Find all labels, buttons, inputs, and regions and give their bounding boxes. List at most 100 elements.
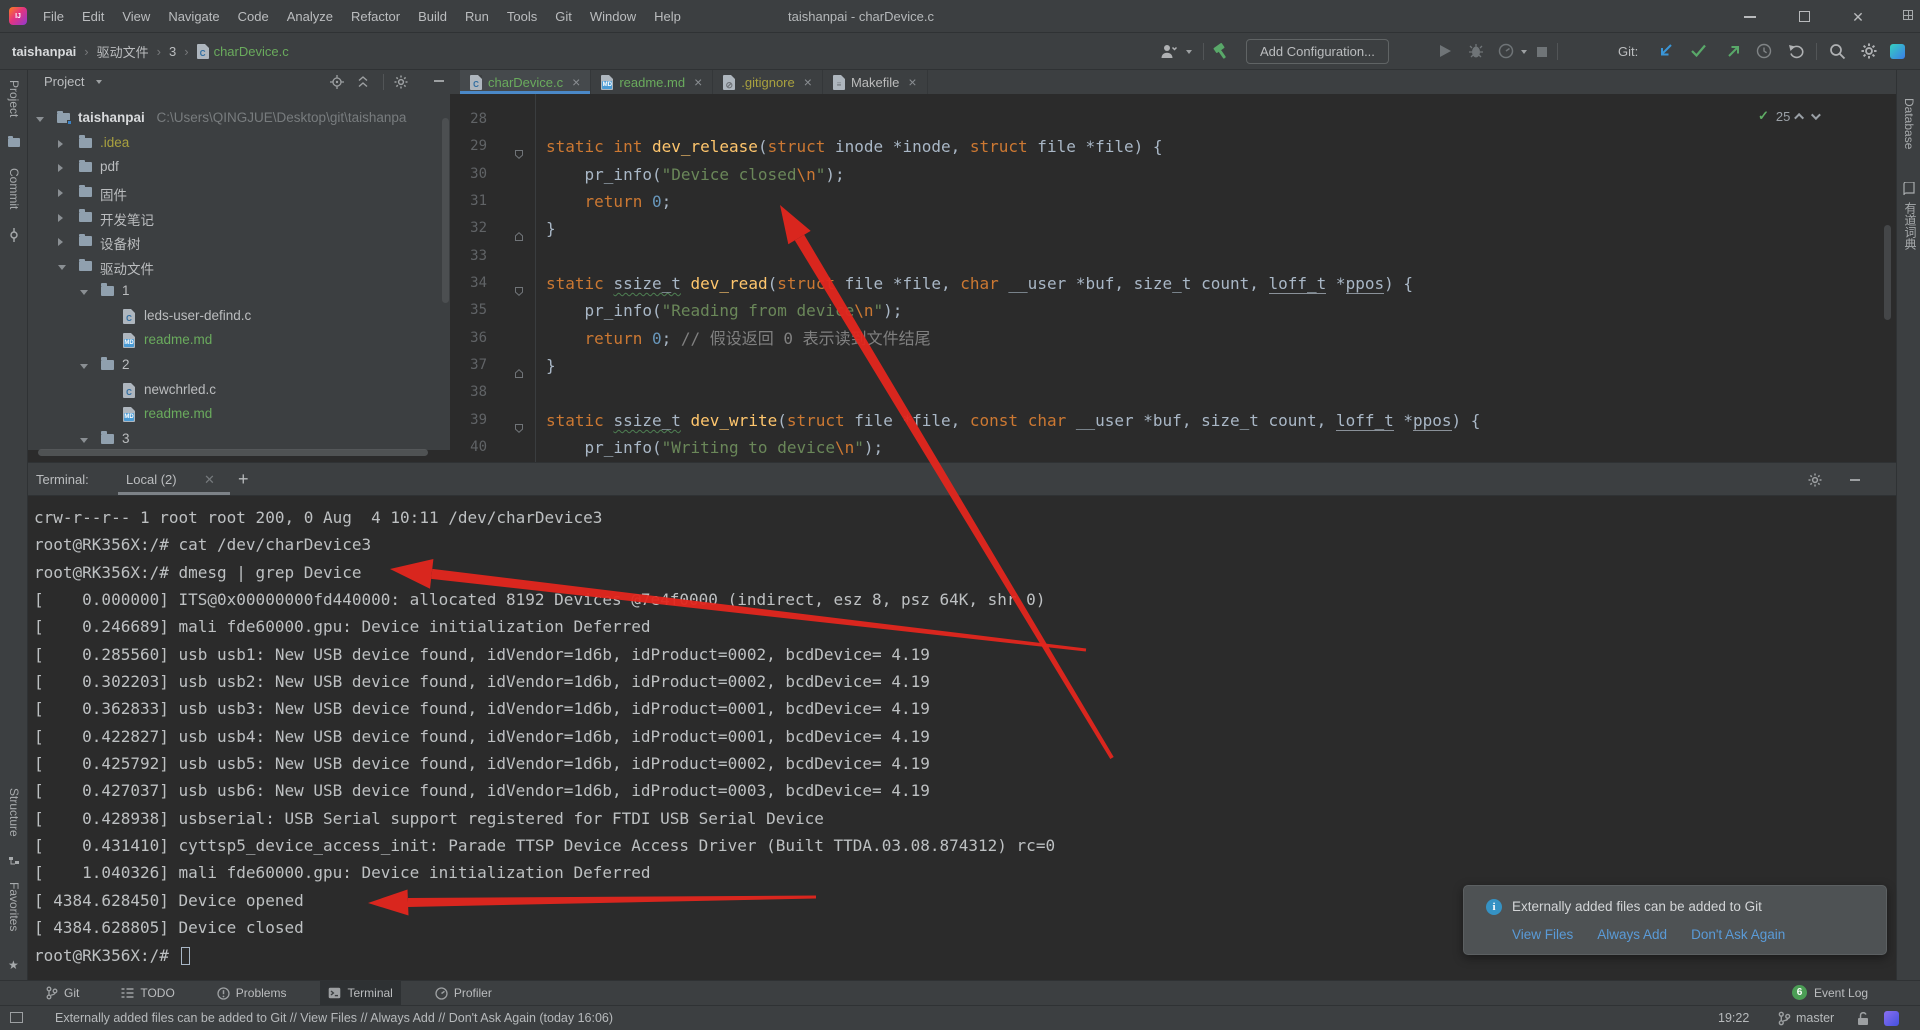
gutter-line-number[interactable]: 36 xyxy=(450,325,487,352)
toolwindow-button-git[interactable]: Git xyxy=(38,981,87,1006)
run-options-dropdown-icon[interactable] xyxy=(1521,50,1527,54)
menu-build[interactable]: Build xyxy=(409,9,456,24)
code-text[interactable]: static ssize_t dev_read(struct file *fil… xyxy=(546,270,1413,297)
breadcrumb-item[interactable]: 驱动文件 xyxy=(97,42,149,61)
code-text[interactable]: static int dev_release(struct inode *ino… xyxy=(546,133,1163,160)
tree-item-taishanpai[interactable]: taishanpai C:\Users\QINGJUE\Desktop\git\… xyxy=(28,107,450,132)
editor-tab-chardevice-c[interactable]: CcharDevice.c× xyxy=(460,70,591,94)
breadcrumb-item[interactable]: taishanpai xyxy=(12,44,76,59)
tree-item-----[interactable]: 开发笔记 xyxy=(28,206,450,231)
chevron-down-icon[interactable] xyxy=(80,290,88,295)
menu-git[interactable]: Git xyxy=(546,9,581,24)
tab-close-icon[interactable]: × xyxy=(804,75,812,89)
menu-analyze[interactable]: Analyze xyxy=(278,9,342,24)
event-log-button[interactable]: 6 Event Log xyxy=(1792,980,1868,1005)
chevron-down-icon[interactable] xyxy=(80,438,88,443)
minimize-button[interactable] xyxy=(1730,0,1770,33)
run-button[interactable] xyxy=(1440,45,1451,57)
unlock-icon[interactable] xyxy=(1856,1011,1870,1026)
menu-help[interactable]: Help xyxy=(645,9,690,24)
code-text[interactable]: pr_info("Writing to device\n"); xyxy=(546,434,883,461)
terminal-cursor[interactable] xyxy=(181,947,190,965)
toolwindow-button-database[interactable]: Database xyxy=(1902,98,1916,149)
editor-tab-readme-md[interactable]: MDreadme.md× xyxy=(591,70,713,94)
editor-scrollbar[interactable] xyxy=(1884,225,1891,320)
tree-item-----[interactable]: 驱动文件 xyxy=(28,255,450,280)
tree-item-readme-md[interactable]: MDreadme.md xyxy=(28,403,450,428)
chevron-right-icon[interactable] xyxy=(58,238,63,246)
tree-item--idea[interactable]: .idea xyxy=(28,132,450,157)
tree-item-pdf[interactable]: pdf xyxy=(28,156,450,181)
chevron-right-icon[interactable] xyxy=(58,189,63,197)
tree-item-readme-md[interactable]: MDreadme.md xyxy=(28,329,450,354)
chevron-down-icon[interactable] xyxy=(80,364,88,369)
gutter-line-number[interactable]: 38 xyxy=(450,379,487,406)
toolwindow-button-todo[interactable]: TODO xyxy=(113,981,182,1006)
project-view-dropdown-icon[interactable] xyxy=(96,80,102,84)
hide-terminal-icon[interactable] xyxy=(1850,479,1860,481)
toolwindow-button-problems[interactable]: Problems xyxy=(209,981,295,1006)
terminal-settings-gear-icon[interactable] xyxy=(1808,473,1822,487)
git-push-icon[interactable] xyxy=(1726,43,1742,59)
git-branch-icon[interactable] xyxy=(1778,1011,1791,1026)
breadcrumb-item[interactable]: 3 xyxy=(169,44,176,59)
gutter-line-number[interactable]: 30 xyxy=(450,161,487,188)
search-icon[interactable] xyxy=(1829,43,1846,60)
menu-run[interactable]: Run xyxy=(456,9,498,24)
gutter-line-number[interactable]: 37 xyxy=(450,352,487,379)
profiler-toolbar-icon[interactable] xyxy=(1498,43,1514,59)
hide-panel-icon[interactable] xyxy=(434,80,444,82)
editor-tab-makefile[interactable]: ≡Makefile× xyxy=(823,70,928,94)
gutter-line-number[interactable]: 33 xyxy=(450,243,487,270)
toolwindow-button-profiler[interactable]: Profiler xyxy=(427,981,500,1006)
editor-tab--gitignore[interactable]: ⊘.gitignore× xyxy=(713,70,823,94)
git-branch-widget[interactable]: master xyxy=(1796,1006,1834,1030)
prev-problem-icon[interactable] xyxy=(1795,112,1805,122)
code-text[interactable]: } xyxy=(546,215,556,242)
tree-item-leds-user-defind-c[interactable]: Cleds-user-defind.c xyxy=(28,305,450,330)
collapse-all-icon[interactable] xyxy=(356,75,370,89)
user-icon[interactable] xyxy=(1160,43,1177,59)
gutter-line-number[interactable]: 40 xyxy=(450,434,487,461)
build-hammer-icon[interactable] xyxy=(1213,43,1230,60)
notification-action-don-t-ask-again[interactable]: Don't Ask Again xyxy=(1691,927,1785,942)
debug-icon[interactable] xyxy=(1468,43,1484,60)
project-horizontal-scrollbar[interactable] xyxy=(38,449,428,456)
notification-action-always-add[interactable]: Always Add xyxy=(1597,927,1667,942)
menu-code[interactable]: Code xyxy=(229,9,278,24)
code-text[interactable]: return 0; xyxy=(546,188,671,215)
gutter-line-number[interactable]: 35 xyxy=(450,297,487,324)
gutter-line-number[interactable]: 34 xyxy=(450,270,487,297)
menu-refactor[interactable]: Refactor xyxy=(342,9,409,24)
tab-close-icon[interactable]: × xyxy=(572,75,580,89)
toolwindow-button-favorites[interactable]: Favorites xyxy=(7,882,21,931)
toolwindow-button-dictionary[interactable]: 有道词典 xyxy=(1902,202,1919,250)
tree-item-newchrled-c[interactable]: Cnewchrled.c xyxy=(28,379,450,404)
tree-item-1[interactable]: 1 xyxy=(28,280,450,305)
project-panel-title[interactable]: Project xyxy=(44,70,84,94)
tab-close-icon[interactable]: × xyxy=(908,75,916,89)
notification-action-view-files[interactable]: View Files xyxy=(1512,927,1573,942)
history-clock-icon[interactable] xyxy=(1756,43,1772,59)
menu-view[interactable]: View xyxy=(113,9,159,24)
menu-tools[interactable]: Tools xyxy=(498,9,546,24)
close-button[interactable]: ✕ xyxy=(1838,0,1878,33)
gutter-line-number[interactable]: 39 xyxy=(450,407,487,434)
code-text[interactable]: pr_info("Reading from device\n"); xyxy=(546,297,902,324)
gutter-line-number[interactable]: 32 xyxy=(450,215,487,242)
toolwindow-button-terminal[interactable]: Terminal xyxy=(320,981,400,1006)
project-vertical-scrollbar[interactable] xyxy=(442,118,449,303)
tree-item----[interactable]: 设备树 xyxy=(28,230,450,255)
panel-settings-gear-icon[interactable] xyxy=(394,75,408,89)
user-dropdown-icon[interactable] xyxy=(1186,50,1192,54)
gutter-line-number[interactable]: 31 xyxy=(450,188,487,215)
breadcrumb-item[interactable]: charDevice.c xyxy=(214,44,289,59)
plugin-icon[interactable] xyxy=(1884,1011,1899,1026)
stop-button[interactable] xyxy=(1537,47,1547,57)
toolwindow-button-structure[interactable]: Structure xyxy=(7,788,21,837)
chevron-right-icon[interactable] xyxy=(58,214,63,222)
code-text[interactable]: pr_info("Device closed\n"); xyxy=(546,161,845,188)
git-commit-icon[interactable] xyxy=(1690,43,1707,58)
settings-gear-icon[interactable] xyxy=(1861,43,1877,59)
add-configuration-button[interactable]: Add Configuration... xyxy=(1246,39,1389,64)
